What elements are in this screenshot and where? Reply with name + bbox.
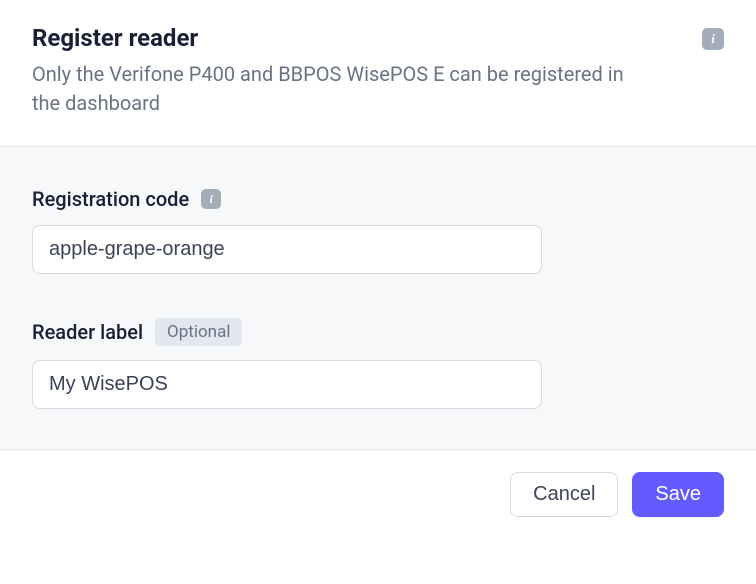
registration-code-input[interactable]: [32, 225, 542, 274]
field-reader-label: Reader label Optional: [32, 318, 724, 409]
label-row: Registration code i: [32, 187, 724, 211]
label-row: Reader label Optional: [32, 318, 724, 346]
dialog-subtitle: Only the Verifone P400 and BBPOS WisePOS…: [32, 60, 632, 118]
info-icon[interactable]: i: [201, 189, 221, 209]
info-icon[interactable]: i: [702, 28, 724, 50]
dialog-header: Register reader Only the Verifone P400 a…: [0, 0, 756, 147]
cancel-button[interactable]: Cancel: [510, 472, 618, 517]
registration-code-label: Registration code: [32, 187, 189, 211]
field-registration-code: Registration code i: [32, 187, 724, 274]
dialog-title: Register reader: [32, 24, 702, 52]
header-text: Register reader Only the Verifone P400 a…: [32, 24, 702, 118]
reader-label-input[interactable]: [32, 360, 542, 409]
optional-badge: Optional: [155, 318, 242, 346]
reader-label-label: Reader label: [32, 320, 143, 344]
form-body: Registration code i Reader label Optiona…: [0, 147, 756, 449]
dialog-footer: Cancel Save: [0, 449, 756, 539]
save-button[interactable]: Save: [632, 472, 724, 517]
